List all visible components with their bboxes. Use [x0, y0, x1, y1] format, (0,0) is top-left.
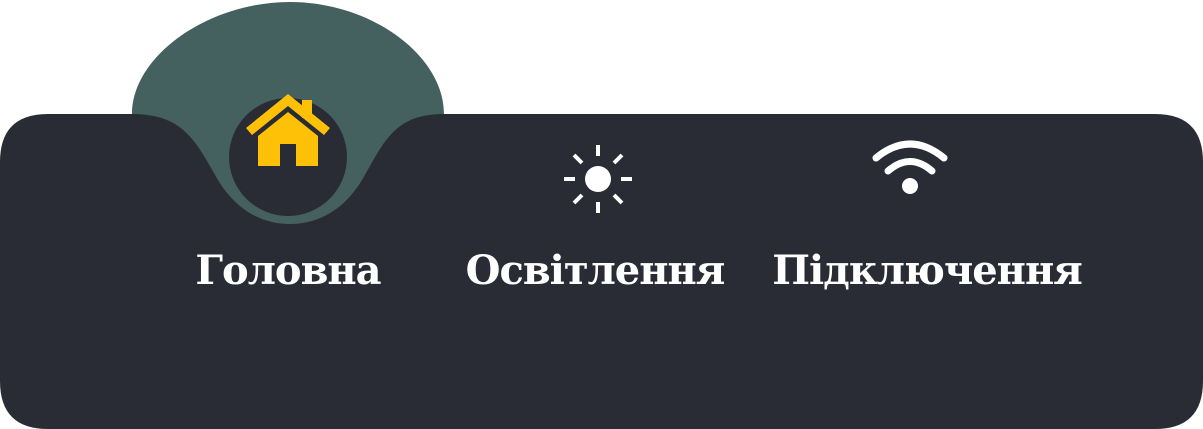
house-icon: [246, 94, 330, 166]
tab-lighting-label: Освітлення: [465, 247, 726, 294]
bottom-navigation: Головна Освітлення Підключення: [0, 0, 1203, 429]
wifi-icon: [872, 140, 948, 194]
tab-connection-label: Підключення: [772, 247, 1083, 294]
tab-home-label: Головна: [195, 247, 381, 294]
sun-icon: [564, 145, 632, 213]
tab-connection[interactable]: [760, 0, 1094, 429]
